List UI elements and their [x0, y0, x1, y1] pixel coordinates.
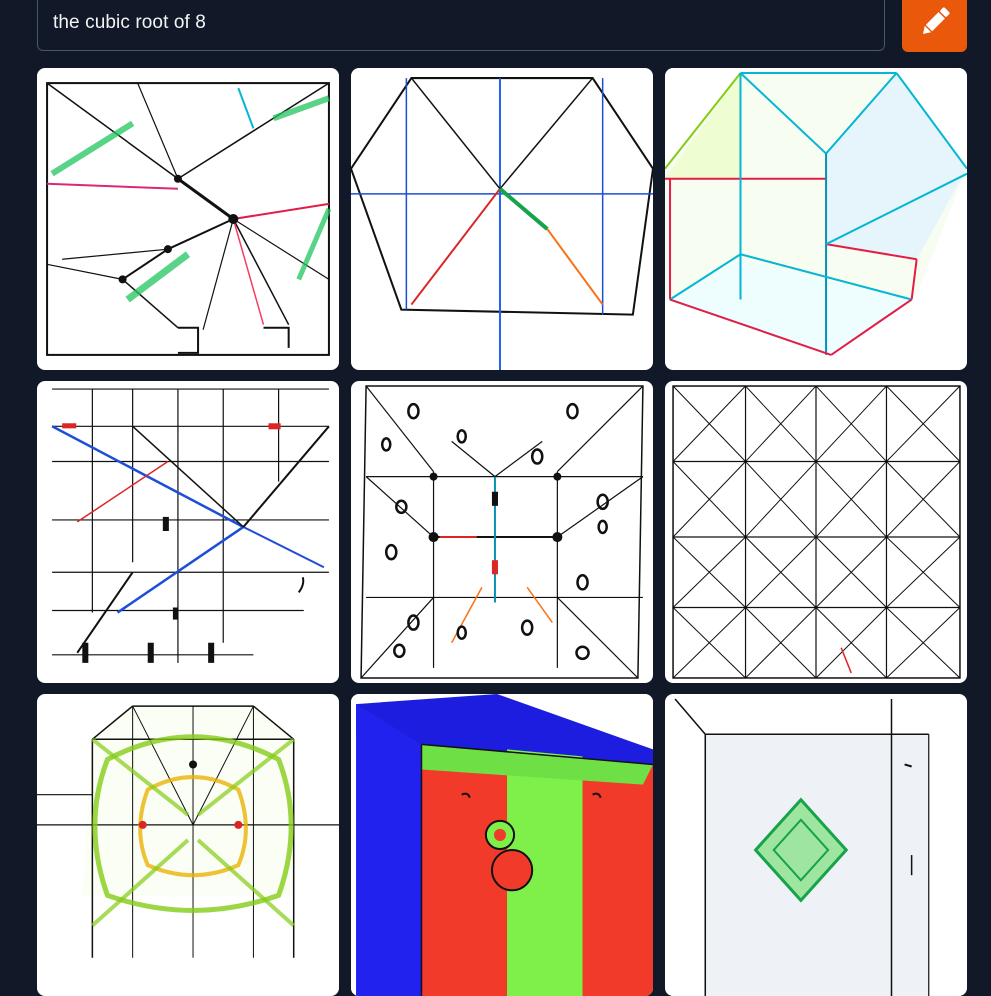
result-image-3[interactable]	[665, 68, 967, 370]
result-image-5[interactable]	[351, 381, 653, 683]
result-image-7[interactable]	[37, 694, 339, 996]
generate-button[interactable]	[902, 0, 967, 52]
result-image-4[interactable]	[37, 381, 339, 683]
prompt-input[interactable]: the cubic root of 8	[37, 0, 885, 51]
result-image-1[interactable]	[37, 68, 339, 370]
result-image-2[interactable]	[351, 68, 653, 370]
result-image-6[interactable]	[665, 381, 967, 683]
result-image-9[interactable]	[665, 694, 967, 996]
pencil-icon	[922, 7, 950, 35]
prompt-input-value: the cubic root of 8	[53, 12, 206, 33]
result-image-8[interactable]	[351, 694, 653, 996]
